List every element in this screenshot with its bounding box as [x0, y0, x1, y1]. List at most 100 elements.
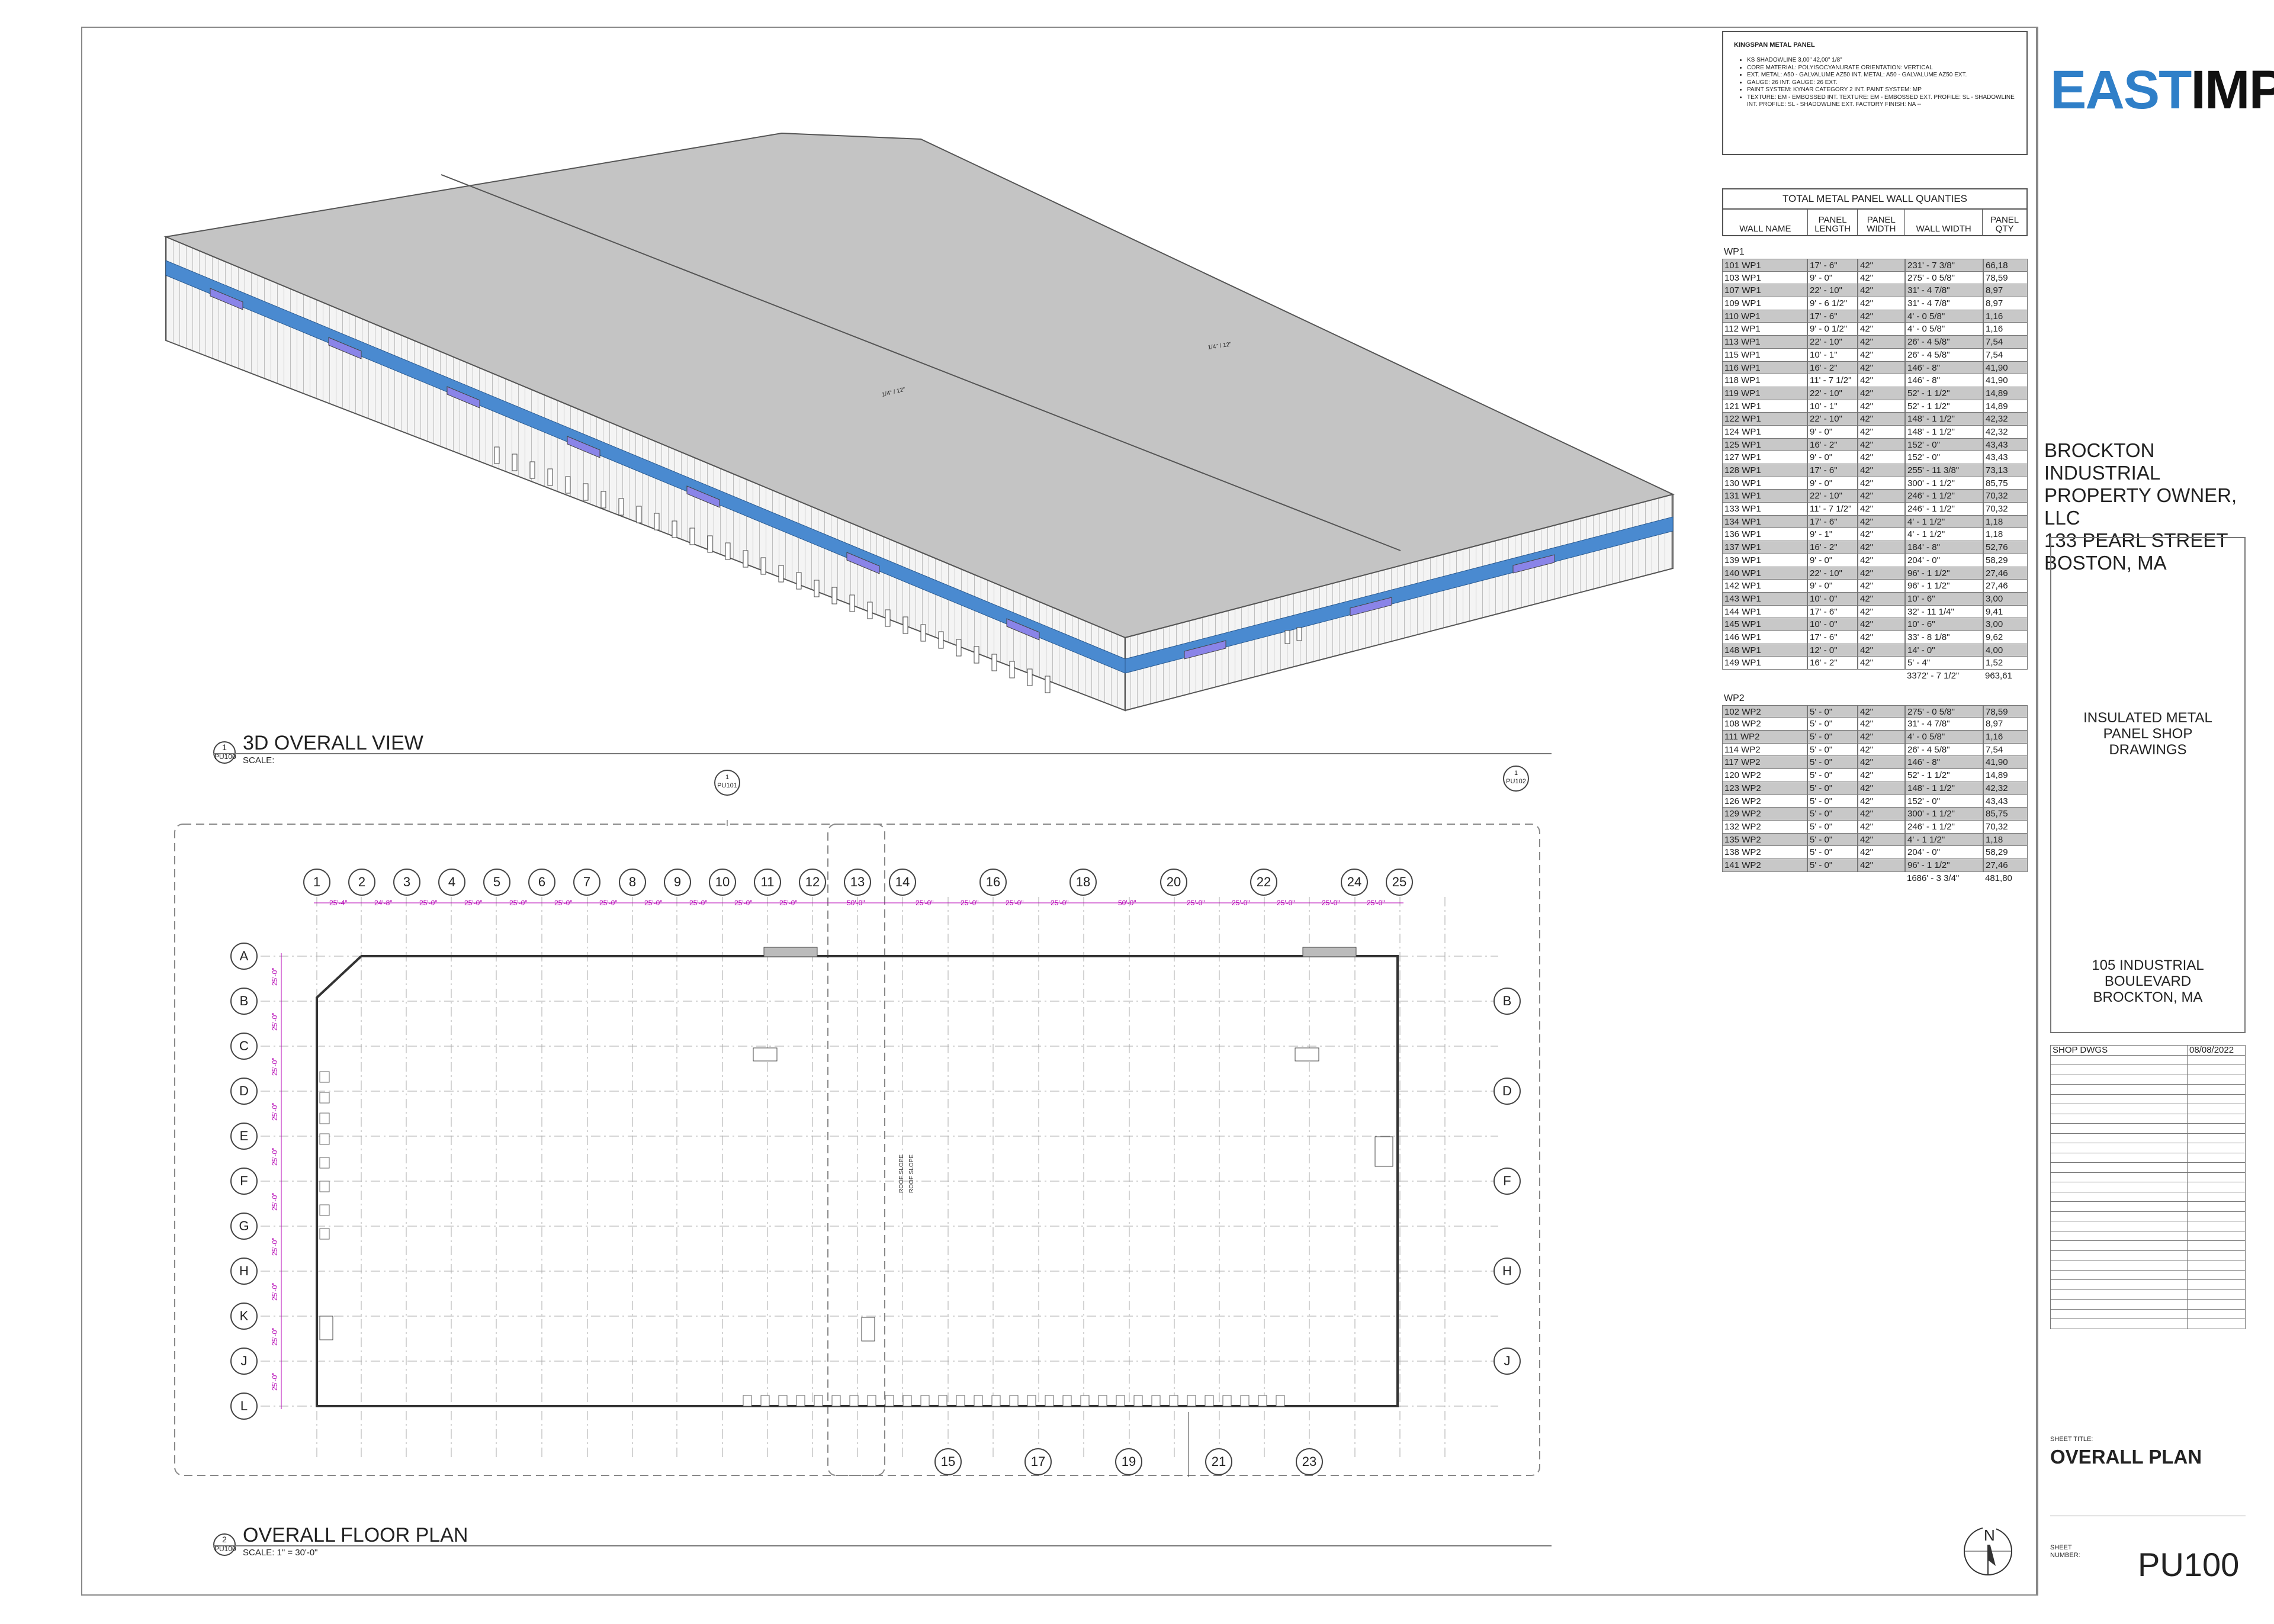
table-cell: 116 WP1 — [1722, 361, 1807, 375]
table-cell: 16' - 2" — [1807, 361, 1858, 375]
table-cell: 1,52 — [1983, 657, 2028, 670]
revision-description — [2050, 1094, 2188, 1104]
table-cell: 9' - 0" — [1807, 554, 1858, 567]
dimension-label: 25'-0" — [1232, 899, 1250, 907]
revision-empty-rows — [2050, 1055, 2246, 1329]
table-cell: 134 WP1 — [1722, 515, 1807, 529]
table-cell: 42" — [1858, 336, 1905, 349]
table-cell: 1,16 — [1983, 310, 2028, 323]
table-row: 148 WP1 12' - 0" 42" 14' - 0" 4,00 — [1722, 644, 2028, 657]
table-cell: 1,18 — [1983, 528, 2028, 542]
table-row: 138 WP2 5' - 0" 42" 204' - 0" 58,29 — [1722, 846, 2028, 859]
grid-bubble-right: F — [1493, 1168, 1521, 1195]
revision-row — [2050, 1202, 2246, 1212]
revision-row — [2050, 1153, 2246, 1163]
revision-row — [2050, 1114, 2246, 1124]
section-callout[interactable]: 1 PU101 — [714, 770, 740, 796]
dimension-label: 25'-0" — [779, 899, 798, 907]
table-cell: 146' - 8" — [1905, 361, 1983, 375]
revision-date — [2188, 1250, 2246, 1260]
table-cell: 42" — [1858, 657, 1905, 670]
table-cell: 43,43 — [1983, 795, 2028, 808]
table-cell: 26' - 4 5/8" — [1905, 336, 1983, 349]
table-row: 112 WP1 9' - 0 1/2" 42" 4' - 0 5/8" 1,16 — [1722, 323, 2028, 336]
note-item: KS SHADOWLINE 3,00" 42,00" 1/8" — [1747, 57, 2016, 65]
revision-description — [2050, 1172, 2188, 1182]
table-row: 101 WP1 17' - 6" 42" 231' - 7 3/8" 66,18 — [1722, 259, 2028, 272]
table-cell: 17' - 6" — [1807, 631, 1858, 644]
table-cell: 9,62 — [1983, 631, 2028, 644]
dimension-label: 25'-0" — [1277, 899, 1295, 907]
table-row: 128 WP1 17' - 6" 42" 255' - 11 3/8" 73,13 — [1722, 464, 2028, 477]
table-cell: 43,43 — [1983, 438, 2028, 452]
table-cell: 246' - 1 1/2" — [1905, 503, 1983, 516]
grid-bubble-top: 24 — [1341, 869, 1368, 896]
schedule-columns: WALL NAME PANEL LENGTH PANEL WIDTH WALL … — [1723, 210, 2026, 235]
table-row: 108 WP2 5' - 0" 42" 31' - 4 7/8" 8,97 — [1722, 718, 2028, 731]
grid-bubble-top: 20 — [1160, 869, 1187, 896]
table-cell: 231' - 7 3/8" — [1905, 259, 1983, 272]
grid-bubble-left: G — [230, 1213, 258, 1240]
table-row: 119 WP1 22' - 10" 42" 52' - 1 1/2" 14,89 — [1722, 387, 2028, 400]
grid-bubble-right: B — [1493, 988, 1521, 1015]
table-cell: 112 WP1 — [1722, 323, 1807, 336]
grid-bubble-top: 7 — [573, 869, 600, 896]
table-cell: 122 WP1 — [1722, 413, 1807, 426]
dimension-label: 25'-0" — [509, 899, 528, 907]
table-cell: 17' - 6" — [1807, 310, 1858, 323]
revision-description — [2050, 1104, 2188, 1114]
total-cell — [1722, 670, 1807, 683]
dimension-label: 25'-0" — [961, 899, 979, 907]
revision-row — [2050, 1182, 2246, 1192]
table-cell: 103 WP1 — [1722, 271, 1807, 285]
table-cell: 10' - 0" — [1807, 618, 1858, 631]
table-cell: 52,76 — [1983, 541, 2028, 554]
section-callout[interactable]: 1 PU102 — [1503, 766, 1529, 792]
total-cell: 3372' - 7 1/2" — [1907, 671, 1960, 681]
project-line: DRAWINGS — [2109, 742, 2187, 758]
roof-slope-note: ROOF SLOPE — [908, 1155, 915, 1193]
table-cell: 42" — [1858, 541, 1905, 554]
table-cell: 4' - 1 1/2" — [1905, 515, 1983, 529]
revision-date — [2188, 1231, 2246, 1240]
dimension-label: 25'-0" — [271, 1057, 279, 1076]
table-cell: 140 WP1 — [1722, 567, 1807, 580]
address-line: 105 INDUSTRIAL — [2092, 957, 2204, 973]
grid-bubble-left: C — [230, 1033, 258, 1060]
table-cell: 42" — [1858, 387, 1905, 400]
table-cell: 9,41 — [1983, 605, 2028, 619]
table-cell: 101 WP1 — [1722, 259, 1807, 272]
total-cell — [1858, 872, 1905, 885]
table-cell: 5' - 0" — [1807, 782, 1858, 795]
table-row: 131 WP1 22' - 10" 42" 246' - 1 1/2" 70,32 — [1722, 490, 2028, 503]
revision-date — [2188, 1104, 2246, 1114]
table-cell: 52' - 1 1/2" — [1905, 387, 1983, 400]
dimension-label: 25'-0" — [554, 899, 573, 907]
grid-bubble-top: 8 — [619, 869, 646, 896]
table-cell: 204' - 0" — [1905, 554, 1983, 567]
table-cell: 107 WP1 — [1722, 284, 1807, 298]
table-cell: 9' - 6 1/2" — [1807, 297, 1858, 310]
total-cell: 1686' - 3 3/4" — [1907, 873, 1960, 883]
table-cell: 136 WP1 — [1722, 528, 1807, 542]
table-cell: 42,32 — [1983, 413, 2028, 426]
equipment — [753, 1047, 778, 1062]
dimension-label: 25'-0" — [1051, 899, 1069, 907]
revision-date — [2188, 1192, 2246, 1201]
table-cell: 11' - 7 1/2" — [1807, 503, 1858, 516]
table-cell: 5' - 0" — [1807, 858, 1858, 872]
revision-row — [2050, 1270, 2246, 1280]
grid-bubble-top: 25 — [1386, 869, 1413, 896]
table-cell: 146' - 8" — [1905, 756, 1983, 770]
revision-description — [2050, 1319, 2188, 1329]
grid-bubble-top: 3 — [393, 869, 420, 896]
table-cell: 118 WP1 — [1722, 374, 1807, 387]
grid-bubble-top: 18 — [1069, 869, 1097, 896]
table-cell: 42" — [1858, 451, 1905, 464]
dimension-label: 25'-0" — [1006, 899, 1024, 907]
grid-bubble-right: J — [1493, 1348, 1521, 1375]
table-cell: 42" — [1858, 705, 1905, 718]
table-cell: 5' - 0" — [1807, 769, 1858, 782]
table-cell: 41,90 — [1983, 361, 2028, 375]
table-cell: 300' - 1 1/2" — [1905, 808, 1983, 821]
